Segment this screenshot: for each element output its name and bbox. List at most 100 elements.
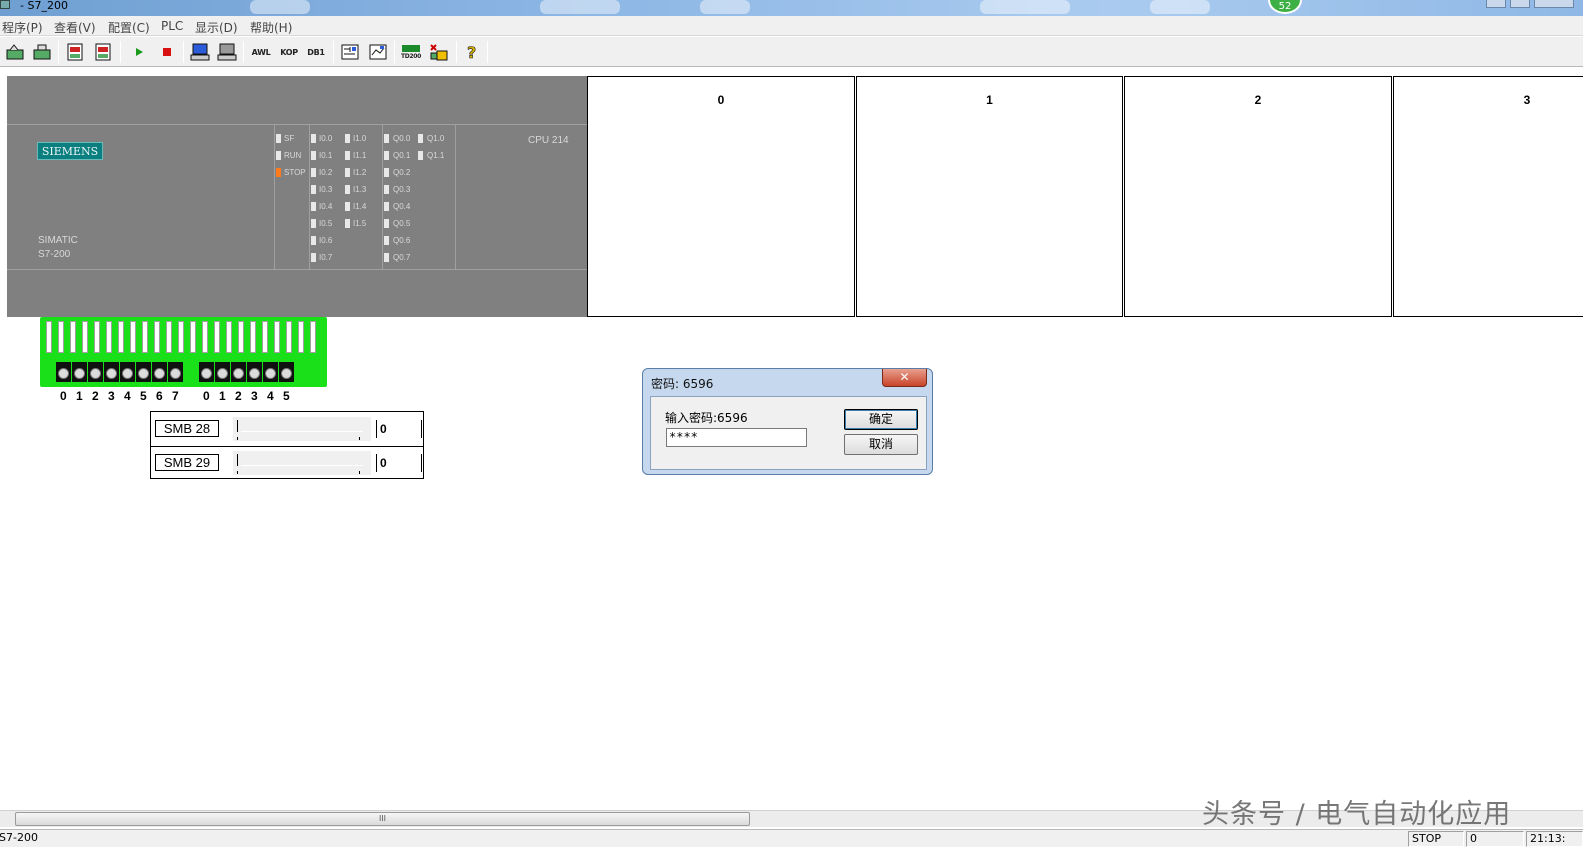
status-value: 0: [1466, 831, 1524, 847]
divider: [309, 125, 310, 269]
output-byte1-label: Q1.0: [427, 134, 445, 143]
load-data-button[interactable]: [92, 41, 114, 63]
smb29-slider[interactable]: [233, 451, 371, 475]
module-number: 3: [1523, 93, 1531, 107]
menu-plc[interactable]: PLC: [161, 19, 183, 33]
close-window-button[interactable]: [1534, 0, 1574, 8]
family-line-1: SIMATIC: [38, 235, 78, 246]
expansion-module-3[interactable]: 3: [1393, 76, 1583, 317]
open-plc-button[interactable]: [4, 41, 26, 63]
state-table-button[interactable]: [189, 41, 211, 63]
input-switch-byte1-2[interactable]: [231, 362, 246, 382]
output-byte0-label: Q0.6: [393, 236, 411, 245]
switch-knob: [265, 368, 276, 379]
terminal-pin: [286, 321, 292, 353]
output-byte0-label: Q0.7: [393, 253, 411, 262]
menu-display[interactable]: 显示(D): [195, 19, 238, 36]
input-byte1-led: [345, 219, 350, 228]
input-switch-byte0-3[interactable]: [104, 362, 119, 382]
monitor-icon: [217, 43, 237, 61]
awl-button[interactable]: AWL: [250, 41, 272, 63]
title-bar: - S7_200 52: [0, 0, 1583, 16]
divider: [7, 269, 587, 270]
stop-icon: [163, 48, 171, 56]
security-button[interactable]: [428, 41, 450, 63]
toolbar-separator: [487, 41, 488, 63]
monitor-button[interactable]: [216, 41, 238, 63]
expansion-module-1[interactable]: 1: [856, 76, 1123, 317]
menu-help[interactable]: 帮助(H): [250, 19, 292, 36]
slider-thumb[interactable]: [237, 420, 241, 432]
input-switch-byte0-1[interactable]: [72, 362, 87, 382]
menu-config[interactable]: 配置(C): [108, 19, 150, 36]
input-byte0-led: [311, 185, 316, 194]
input-switch-byte0-7[interactable]: [168, 362, 183, 382]
menu-program[interactable]: 程序(P): [2, 19, 43, 36]
window-title: - S7_200: [20, 0, 68, 12]
td200-button[interactable]: TD200: [400, 41, 422, 63]
db1-button[interactable]: DB1: [305, 41, 327, 63]
input-switch-byte1-0[interactable]: [199, 362, 214, 382]
input-switch-byte1-5[interactable]: [279, 362, 294, 382]
status-label: RUN: [284, 151, 302, 160]
smb29-value: 0: [376, 454, 422, 472]
product-family: SIMATIC S7-200: [38, 234, 78, 262]
cancel-button[interactable]: 取消: [844, 434, 918, 455]
switch-knob: [201, 368, 212, 379]
smb29-row: SMB 29 0: [151, 446, 423, 480]
slider-track: [237, 465, 363, 466]
ok-button[interactable]: 确定: [844, 409, 918, 430]
input-byte0-label: I0.0: [319, 134, 333, 143]
input-switch-byte0-5[interactable]: [136, 362, 151, 382]
input-byte0-led: [311, 202, 316, 211]
watermark: 头条号 / 电气自动化应用: [1202, 799, 1512, 830]
input-switch-byte0-2[interactable]: [88, 362, 103, 382]
terminal-pin: [58, 321, 64, 353]
terminal-pin: [250, 321, 256, 353]
output-byte0-led: [384, 185, 389, 194]
run-button[interactable]: [128, 41, 150, 63]
terminal-pin: [118, 321, 124, 353]
slider-tick: [359, 437, 360, 440]
save-plc-button[interactable]: [31, 41, 53, 63]
terminal-pin: [94, 321, 100, 353]
input-switch-byte1-1[interactable]: [215, 362, 230, 382]
kop-button[interactable]: KOP: [278, 41, 300, 63]
stop-button[interactable]: [156, 41, 178, 63]
divider: [274, 125, 275, 269]
help-button[interactable]: ?: [461, 41, 483, 63]
expansion-module-0[interactable]: 0: [587, 76, 855, 317]
network-button[interactable]: [339, 41, 361, 63]
input-switch-byte0-6[interactable]: [152, 362, 167, 382]
switch-number: 2: [235, 389, 242, 403]
notification-badge[interactable]: 52: [1268, 0, 1302, 14]
plc-save-icon: [33, 44, 51, 60]
load-program-button[interactable]: [64, 41, 86, 63]
smb28-slider[interactable]: [233, 417, 371, 441]
terminal-pin: [154, 321, 160, 353]
input-switch-byte1-3[interactable]: [247, 362, 262, 382]
toolbar: AWL KOP DB1 TD200 ?: [0, 37, 1583, 67]
network-icon: [341, 44, 359, 60]
slider-thumb[interactable]: [237, 454, 241, 466]
input-switch-byte0-0[interactable]: [56, 362, 71, 382]
scrollbar-thumb[interactable]: III: [15, 812, 750, 826]
toolbar-separator: [456, 41, 457, 63]
run-icon: [136, 48, 143, 56]
trend-button[interactable]: [367, 41, 389, 63]
db1-label: DB1: [307, 47, 325, 57]
dialog-close-button[interactable]: ✕: [882, 369, 927, 387]
program-load-icon: [67, 43, 83, 61]
password-input[interactable]: ****: [666, 428, 807, 447]
minimize-button[interactable]: [1486, 0, 1506, 8]
maximize-button[interactable]: [1510, 0, 1530, 8]
input-switch-byte1-4[interactable]: [263, 362, 278, 382]
input-switch-byte0-4[interactable]: [120, 362, 135, 382]
switch-number: 4: [124, 389, 131, 403]
input-byte1-label: I1.2: [353, 168, 367, 177]
smb28-label: SMB 28: [155, 420, 219, 437]
switch-knob: [154, 368, 165, 379]
menu-view[interactable]: 查看(V): [54, 19, 96, 36]
input-byte0-led: [311, 253, 316, 262]
expansion-module-2[interactable]: 2: [1124, 76, 1392, 317]
